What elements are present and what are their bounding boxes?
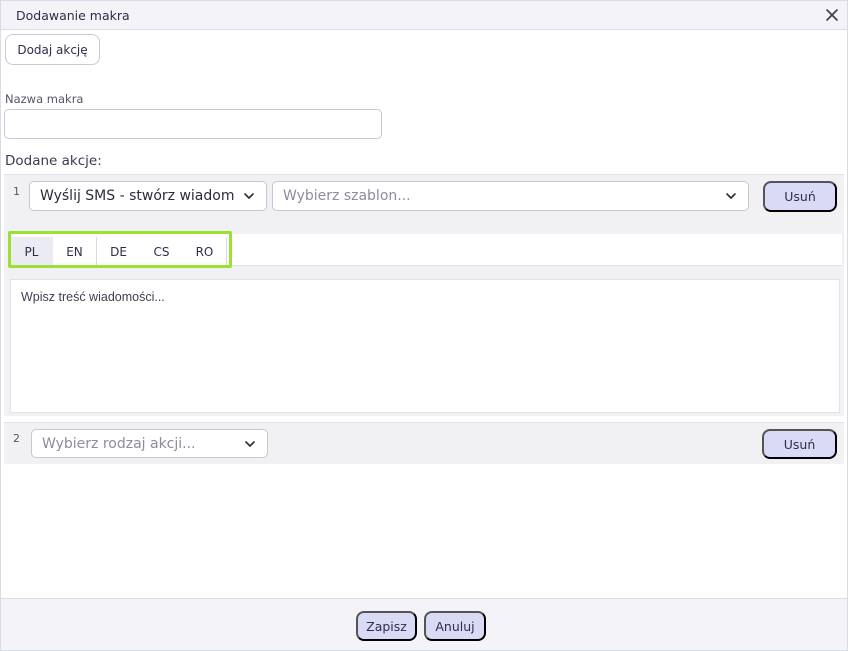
macro-name-input[interactable] (4, 109, 382, 139)
template-placeholder: Wybierz szablon... (283, 188, 411, 204)
action-type-select[interactable]: Wyślij SMS - stwórz wiadomość (29, 181, 267, 211)
chevron-down-icon (244, 193, 254, 199)
remove-action-button[interactable]: Usuń (763, 181, 837, 212)
chevron-down-icon (726, 193, 736, 199)
chevron-down-icon (245, 440, 255, 447)
tabs-highlight (8, 231, 232, 268)
save-button[interactable]: Zapisz (356, 611, 417, 641)
macro-name-label: Nazwa makra (5, 92, 84, 106)
action-row-2: 2 Wybierz rodzaj akcji... Usuń (4, 422, 844, 464)
action-index: 1 (13, 185, 20, 198)
action-type-placeholder: Wybierz rodzaj akcji... (42, 435, 196, 452)
action-row-1: 1 Wyślij SMS - stwórz wiadomość Wybierz … (4, 174, 844, 416)
dialog-title: Dodawanie makra (16, 8, 130, 23)
add-action-button[interactable]: Dodaj akcję (5, 34, 100, 65)
close-button[interactable] (823, 6, 841, 24)
template-select[interactable]: Wybierz szablon... (272, 181, 749, 211)
dialog-titlebar: Dodawanie makra (1, 1, 847, 30)
cancel-button[interactable]: Anuluj (424, 611, 486, 641)
message-placeholder[interactable]: Wpisz treść wiadomości... (11, 280, 839, 412)
added-actions-label: Dodane akcje: (5, 153, 102, 169)
close-icon (826, 9, 838, 21)
macro-dialog: Dodawanie makra Dodaj akcję Nazwa makra … (0, 0, 848, 651)
action-index: 2 (13, 432, 20, 445)
message-editor[interactable]: Wpisz treść wiadomości... (10, 279, 840, 413)
remove-action-button[interactable]: Usuń (762, 429, 837, 459)
dialog-footer: Zapisz Anuluj (1, 598, 847, 650)
action-type-value: Wyślij SMS - stwórz wiadomość (40, 188, 234, 204)
action-type-select[interactable]: Wybierz rodzaj akcji... (31, 429, 268, 458)
